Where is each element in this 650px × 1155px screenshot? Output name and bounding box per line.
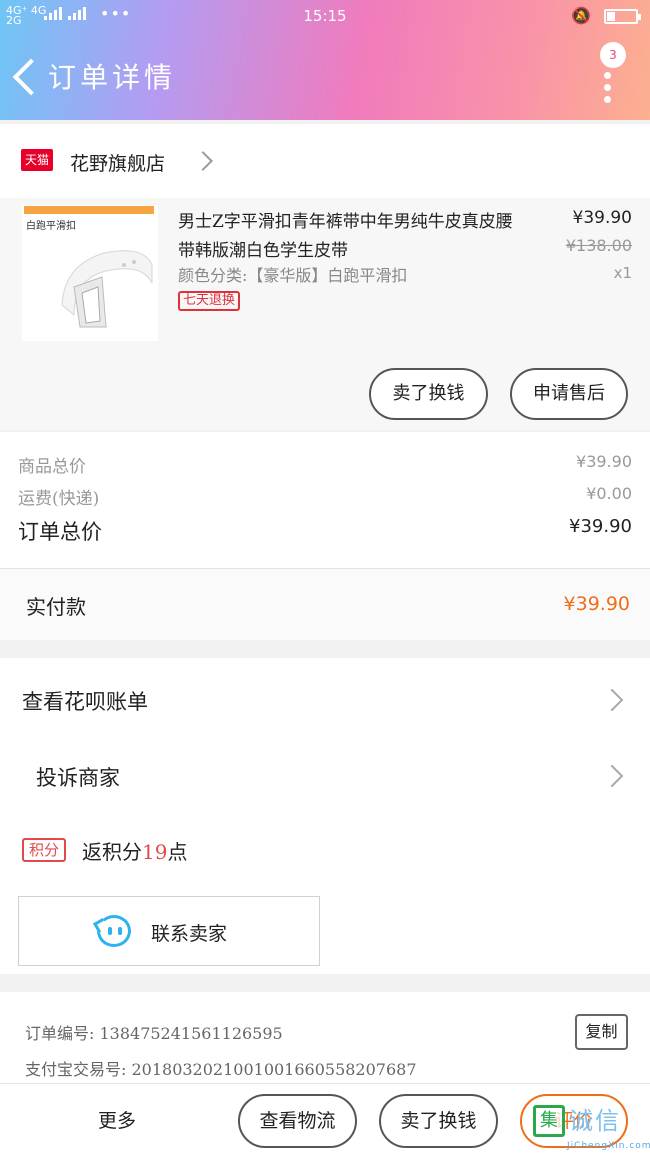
- app-header: 订单详情 3: [0, 32, 650, 120]
- after-sale-button[interactable]: 申请售后: [510, 368, 628, 420]
- product-title[interactable]: 男士Z字平滑扣青年裤带中年男纯牛皮真皮腰带韩版潮白色学生皮带: [178, 208, 523, 266]
- contact-seller-label: 联系卖家: [151, 923, 228, 945]
- order-total-label: 订单总价: [18, 520, 102, 544]
- paid-row: 实付款 ¥39.90: [0, 568, 650, 640]
- clock: 15:15: [303, 7, 347, 25]
- sell-button[interactable]: 卖了换钱: [369, 368, 488, 420]
- chevron-right-icon: [600, 764, 624, 788]
- page-title: 订单详情: [48, 61, 177, 94]
- chat-bubble-icon: [97, 915, 131, 947]
- huabei-bill-row[interactable]: 查看花呗账单: [0, 672, 650, 732]
- tmall-logo: 天猫: [21, 149, 53, 171]
- shipping-label: 运费(快递): [18, 489, 100, 509]
- goods-total-label: 商品总价: [18, 457, 86, 477]
- shop-row[interactable]: 天猫 花野旗舰店: [0, 124, 650, 198]
- huabei-bill-label: 查看花呗账单: [22, 690, 148, 714]
- points-suffix: 点: [167, 840, 188, 864]
- more-menu-button[interactable]: 3: [600, 42, 626, 108]
- original-price: ¥138.00: [565, 236, 632, 255]
- watermark-sub: JiChengXin.com: [567, 1141, 650, 1151]
- price-summary: 商品总价 ¥39.90 运费(快递) ¥0.00 订单总价 ¥39.90: [0, 432, 650, 568]
- watermark-mark: 集: [533, 1105, 565, 1137]
- points-number: 19: [142, 840, 168, 864]
- shipping-value: ¥0.00: [586, 484, 632, 503]
- order-total-value: ¥39.90: [569, 516, 632, 537]
- chevron-right-icon: [193, 151, 213, 171]
- product-thumbnail[interactable]: 白跑平滑扣: [22, 205, 158, 341]
- view-logistics-button[interactable]: 查看物流: [238, 1094, 357, 1148]
- order-info: 订单编号: 138475241561126595 支付宝交易号: 2018032…: [0, 992, 650, 1087]
- chevron-right-icon: [600, 688, 624, 712]
- vertical-dots-icon: [604, 72, 612, 108]
- paid-label: 实付款: [26, 595, 86, 619]
- sell-for-cash-button[interactable]: 卖了换钱: [379, 1094, 498, 1148]
- copy-button[interactable]: 复制: [575, 1014, 628, 1050]
- paid-value: ¥39.90: [563, 593, 630, 615]
- order-number: 订单编号: 138475241561126595: [25, 1024, 283, 1043]
- product-card[interactable]: 白跑平滑扣 男士Z字平滑扣青年裤带中年男纯牛皮真皮腰带韩版潮白色学生皮带 颜色分…: [0, 198, 650, 430]
- promo-strip: [24, 206, 154, 214]
- watermark-title: 诚信: [569, 1107, 621, 1135]
- quantity: x1: [613, 264, 632, 282]
- back-button[interactable]: [10, 54, 40, 98]
- battery-icon: [604, 9, 641, 24]
- return-policy-tag: 七天退换: [178, 291, 241, 311]
- alipay-trade-number: 支付宝交易号: 2018032021001001660558207687: [25, 1060, 417, 1079]
- points-prefix: 返积分: [82, 840, 142, 864]
- watermark-logo: 集 诚信 JiChengXin.com: [533, 1097, 650, 1155]
- complain-label: 投诉商家: [36, 766, 120, 790]
- mute-bell-icon: 🔕: [571, 6, 591, 25]
- complain-row[interactable]: 投诉商家: [0, 748, 650, 808]
- points-chip: 积分: [22, 838, 66, 862]
- contact-seller-button[interactable]: 联系卖家: [18, 896, 320, 966]
- actions-section: 查看花呗账单 投诉商家 积分 返积分19点 联系卖家: [0, 658, 650, 974]
- message-badge: 3: [600, 42, 626, 68]
- shop-name: 花野旗舰店: [70, 153, 166, 175]
- product-spec: 颜色分类:【豪华版】白跑平滑扣: [178, 266, 408, 285]
- thumb-tag: 白跑平滑扣: [26, 221, 76, 232]
- belt-image: [61, 250, 153, 328]
- goods-total-value: ¥39.90: [576, 452, 632, 471]
- status-bar: 4G⁺ 4G 2G ••• 15:15 🔕: [0, 0, 650, 32]
- product-price: ¥39.90: [572, 208, 632, 228]
- points-text: 返积分19点: [82, 836, 187, 865]
- more-button[interactable]: 更多: [98, 1106, 136, 1133]
